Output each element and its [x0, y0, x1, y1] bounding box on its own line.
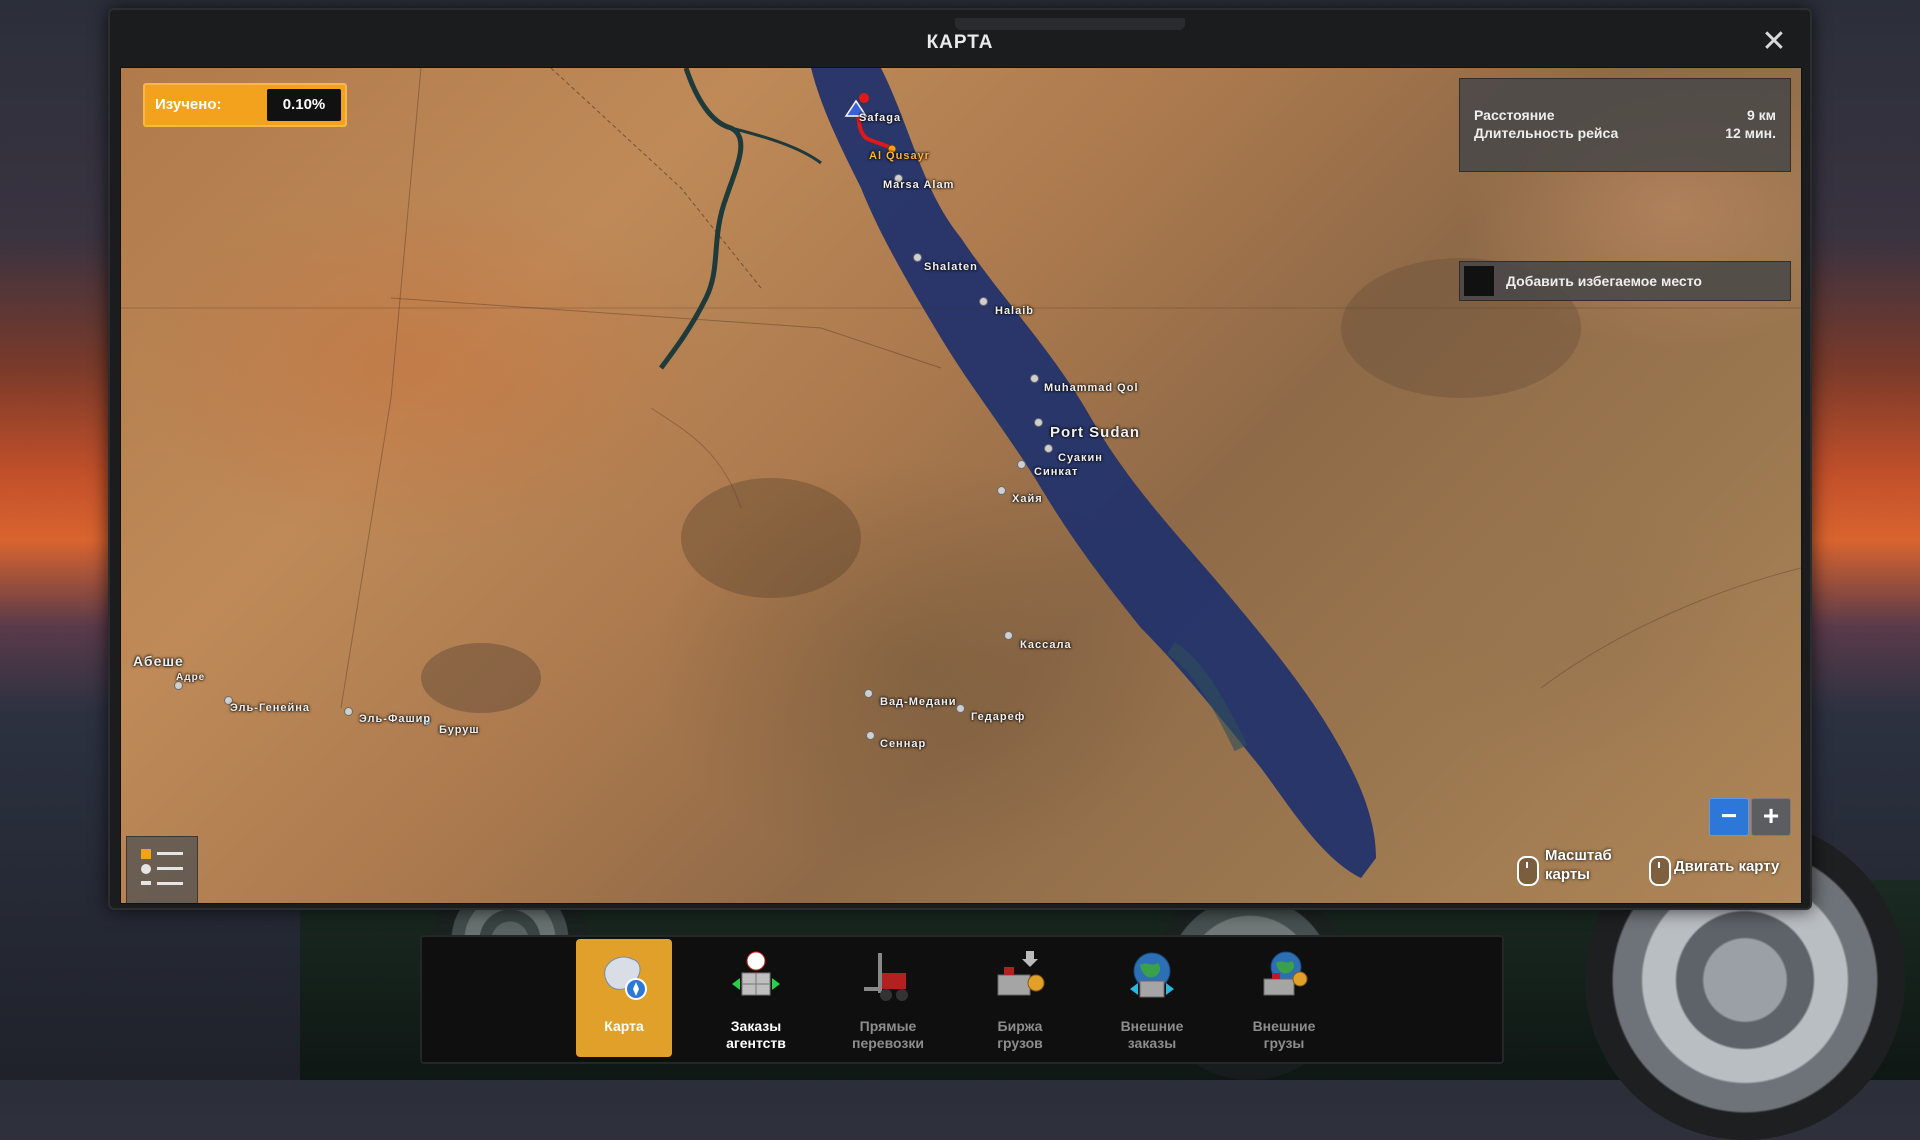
tool-freight-market[interactable]: Биржа грузов	[972, 939, 1068, 1057]
city-dot	[864, 689, 873, 698]
bottom-toolbar: Карта Заказы агентств Прямые перевозки Б…	[420, 935, 1504, 1064]
europe-map-icon	[604, 956, 647, 1000]
city-label-el-fasher: Эль-Фашир	[359, 713, 432, 725]
explored-badge: Изучено: 0.10%	[143, 83, 347, 127]
globe-orders-icon	[1130, 952, 1174, 998]
zoom-in-button[interactable]	[1751, 798, 1791, 836]
city-dot	[997, 486, 1006, 495]
city-dot	[1034, 418, 1043, 427]
city-dot	[913, 253, 922, 262]
mouse-drag-icon	[1649, 856, 1671, 886]
city-label-sinkat: Синкат	[1034, 466, 1079, 478]
duration-value: 12 мин.	[1725, 125, 1776, 141]
city-label-suakin: Суакин	[1058, 452, 1103, 464]
duration-row: Длительность рейса 12 мин.	[1474, 125, 1776, 141]
route-info-panel: Расстояние 9 км Длительность рейса 12 ми…	[1459, 78, 1791, 172]
tool-label: Заказы агентств	[726, 1018, 786, 1051]
freight-market-icon	[997, 951, 1045, 996]
zoom-hint-line2: карты	[1545, 866, 1590, 883]
world-map[interactable]: Safaga Al Qusayr Marsa Alam Shalaten Hal…	[120, 67, 1802, 904]
city-label-shalaten: Shalaten	[924, 261, 978, 273]
close-icon[interactable]: ✕	[1756, 24, 1792, 60]
agency-orders-icon	[732, 951, 780, 996]
map-terrain	[121, 68, 1801, 878]
explored-label: Изучено:	[155, 96, 222, 113]
tool-label: Внешние грузы	[1252, 1018, 1316, 1051]
city-dot	[1030, 374, 1039, 383]
city-dot	[1004, 631, 1013, 640]
city-label-gedaref: Гедареф	[971, 711, 1026, 723]
distance-row: Расстояние 9 км	[1474, 107, 1776, 123]
tool-label: Биржа грузов	[997, 1018, 1043, 1051]
distance-value: 9 км	[1746, 107, 1776, 123]
tool-label: Карта	[604, 1018, 644, 1034]
city-label-haya: Хайя	[1012, 493, 1043, 505]
forklift-icon	[864, 953, 908, 1001]
nile-river	[658, 68, 744, 370]
city-label-marsa-alam: Marsa Alam	[883, 179, 955, 191]
distance-label: Расстояние	[1474, 107, 1555, 123]
city-label-safaga: Safaga	[859, 112, 902, 124]
zoom-hint-line1: Масштаб	[1545, 847, 1612, 864]
city-label-port-sudan: Port Sudan	[1050, 424, 1141, 441]
tool-agency-orders[interactable]: Заказы агентств	[708, 939, 804, 1057]
city-label-kassala: Кассала	[1020, 639, 1072, 651]
city-dot	[344, 707, 353, 716]
city-label-el-geneina: Эль-Генейна	[230, 702, 311, 714]
city-dot	[1017, 460, 1026, 469]
city-label-al-qusayr: Al Qusayr	[869, 150, 930, 162]
map-window: КАРТА ✕ Safaga Al Qusayr Marsa Alam Shal…	[108, 8, 1812, 910]
globe-cargo-icon	[1263, 951, 1308, 996]
tool-label: Прямые перевозки	[852, 1018, 924, 1051]
tool-external-cargo[interactable]: Внешние грузы	[1236, 939, 1332, 1057]
city-label-burush: Буруш	[439, 724, 480, 736]
tool-direct-transport[interactable]: Прямые перевозки	[840, 939, 936, 1057]
move-map-hint: Двигать карту	[1674, 858, 1780, 875]
window-title: КАРТА	[926, 32, 994, 53]
city-label-abeshe: Абеше	[133, 653, 184, 669]
zoom-out-button[interactable]	[1709, 798, 1749, 836]
city-label-wad-medani: Вад-Медани	[880, 696, 957, 708]
avoid-checkbox[interactable]	[1464, 266, 1494, 296]
duration-label: Длительность рейса	[1474, 125, 1619, 141]
city-label-muhammad-qol: Muhammad Qol	[1044, 382, 1139, 394]
map-legend-button[interactable]	[126, 836, 198, 903]
tool-external-orders[interactable]: Внешние заказы	[1104, 939, 1200, 1057]
city-label-sennar: Сеннар	[880, 738, 927, 750]
add-avoid-place-button[interactable]: Добавить избегаемое место	[1459, 261, 1791, 301]
city-dot	[1044, 444, 1053, 453]
city-dot	[866, 731, 875, 740]
city-dot	[956, 704, 965, 713]
avoid-label: Добавить избегаемое место	[1506, 273, 1702, 289]
mouse-scroll-icon	[1517, 856, 1539, 886]
city-dot	[979, 297, 988, 306]
legend-icon	[141, 849, 183, 885]
explored-value: 0.10%	[267, 89, 341, 121]
tool-map[interactable]: Карта	[576, 939, 672, 1057]
city-label-adre: Адре	[176, 672, 206, 683]
title-tab	[955, 18, 1185, 30]
city-label-halaib: Halaib	[995, 305, 1035, 317]
tool-label: Внешние заказы	[1120, 1018, 1184, 1051]
